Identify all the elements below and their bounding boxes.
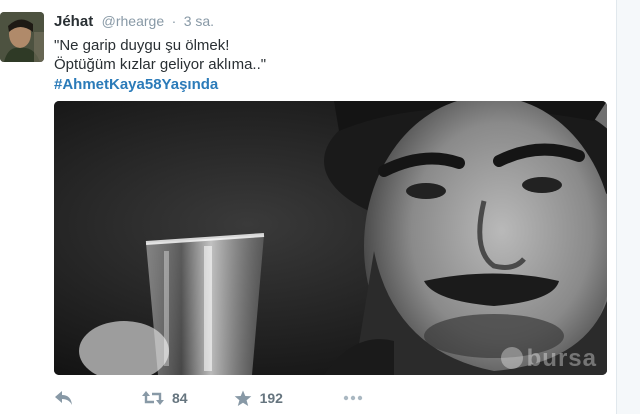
ellipsis-icon	[343, 395, 363, 401]
reply-button[interactable]	[54, 390, 94, 406]
tweet-text-line: Öptüğüm kızlar geliyor aklıma.."	[54, 56, 267, 73]
separator-dot: ·	[171, 13, 177, 29]
tweet-text: "Ne garip duygu şu ölmek! Öptüğüm kızlar…	[54, 36, 266, 74]
tweet-text-line: "Ne garip duygu şu ölmek!	[54, 37, 230, 54]
tweet-timestamp[interactable]: 3 sa.	[184, 13, 214, 29]
retweet-button[interactable]: 84	[142, 390, 188, 406]
author-display-name[interactable]: Jéhat	[54, 13, 93, 30]
retweet-count: 84	[172, 390, 188, 406]
tweet-card: Jéhat @rhearge · 3 sa. "Ne garip duygu ş…	[0, 0, 640, 414]
tweet-actions: 84 192	[54, 386, 363, 410]
more-options-icon[interactable]	[343, 395, 363, 401]
tweet-header: Jéhat @rhearge · 3 sa.	[54, 13, 214, 33]
author-username[interactable]: @rhearge	[102, 13, 164, 29]
reply-icon	[55, 391, 72, 405]
avatar-image	[0, 12, 44, 62]
hashtag-link[interactable]: #AhmetKaya58Yaşında	[54, 76, 218, 93]
avatar[interactable]	[0, 12, 44, 62]
scrollbar-track[interactable]	[616, 0, 640, 414]
favorite-button[interactable]: 192	[234, 390, 283, 407]
watermark-text: bursa	[526, 345, 597, 372]
photo-watermark: bursa	[500, 345, 597, 373]
favorite-count: 192	[259, 390, 283, 406]
star-icon	[234, 390, 251, 406]
photo-image	[54, 101, 607, 375]
retweet-icon	[142, 391, 164, 405]
tweet-media-photo[interactable]: bursa	[54, 101, 607, 375]
watermark-logo-icon	[500, 347, 523, 369]
